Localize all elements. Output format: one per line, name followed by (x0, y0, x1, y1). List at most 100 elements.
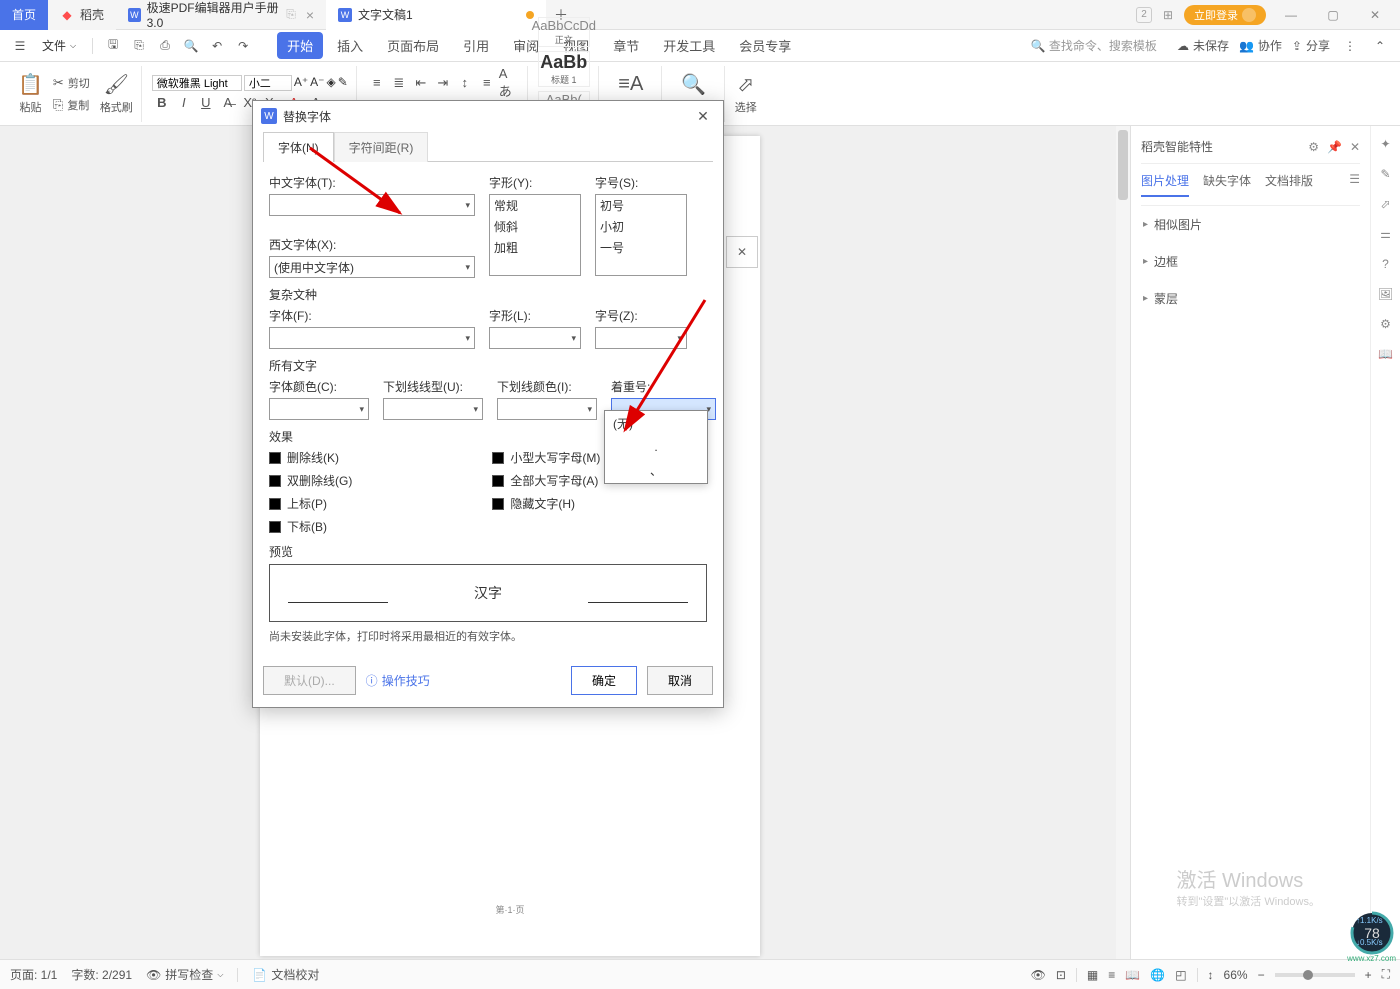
eff-sub[interactable]: 下标(B) (269, 518, 352, 535)
eff-hidden[interactable]: 隐藏文字(H) (492, 495, 600, 512)
gear-icon[interactable]: ⚙ (1378, 316, 1394, 332)
sort-icon[interactable]: ↕ (455, 73, 475, 93)
slider-icon[interactable]: ⚌ (1378, 226, 1394, 242)
save-icon[interactable]: 🖫 (103, 36, 123, 56)
style-listbox[interactable]: 常规 倾斜 加粗 (489, 194, 581, 276)
view-focus-icon[interactable]: ◰ (1175, 968, 1186, 982)
fullscreen-icon[interactable]: ⛶ (1382, 967, 1390, 982)
font-name-input[interactable] (152, 75, 242, 91)
italic-icon[interactable]: I (174, 93, 194, 113)
print-icon[interactable]: ⎙ (155, 36, 175, 56)
west-font-combo[interactable]: (使用中文字体)▾ (269, 256, 475, 278)
complex-font-combo[interactable]: ▾ (269, 327, 475, 349)
color-combo[interactable]: ▾ (269, 398, 369, 420)
panel-close-bg[interactable]: ✕ (726, 236, 758, 268)
doc-tab-current[interactable]: W 文字文稿1 (326, 0, 546, 30)
tree-mask[interactable]: 蒙层 (1141, 280, 1360, 317)
select-button[interactable]: ⬀ 选择 (735, 72, 757, 115)
numbering-icon[interactable]: ≣ (389, 73, 409, 93)
zoom-fit-icon[interactable]: ↕ (1208, 968, 1214, 982)
file-menu[interactable]: 文件 ⌵ (42, 37, 76, 54)
share-button[interactable]: ⇪分享 (1292, 37, 1330, 54)
spellcheck-toggle[interactable]: 👁拼写检查 ⌵ (146, 966, 223, 983)
size-opt-1[interactable]: 小初 (596, 216, 686, 237)
home-tab[interactable]: 首页 (0, 0, 48, 30)
close-icon[interactable]: × (306, 7, 314, 23)
increase-font-icon[interactable]: A⁺ (294, 75, 308, 91)
size-listbox[interactable]: 初号 小初 一号 (595, 194, 687, 276)
sparkle-icon[interactable]: ✦ (1378, 136, 1394, 152)
style-opt-regular[interactable]: 常规 (490, 195, 580, 216)
line-spacing-icon[interactable]: ≡ (477, 73, 497, 93)
vertical-scrollbar[interactable] (1116, 126, 1130, 959)
emphasis-opt-dot[interactable]: . (605, 436, 707, 458)
grid-icon[interactable]: ⊞ (1160, 7, 1176, 23)
view-outline-icon[interactable]: ≡ (1108, 968, 1115, 982)
close-button[interactable]: ✕ (1358, 0, 1392, 30)
command-search[interactable]: 🔍 查找命令、搜索模板 (1031, 37, 1157, 54)
highlight-icon[interactable]: ✎ (338, 75, 348, 91)
pin-icon[interactable]: 📌 (1327, 140, 1342, 154)
outdent-icon[interactable]: ⇤ (411, 73, 431, 93)
new-icon[interactable]: ⎘ (129, 36, 149, 56)
preview-icon[interactable]: 🔍 (181, 36, 201, 56)
bold-icon[interactable]: B (152, 93, 172, 113)
close-icon[interactable]: ✕ (1350, 140, 1360, 154)
style-opt-bold[interactable]: 加粗 (490, 237, 580, 258)
view-web-icon[interactable]: 🌐 (1150, 968, 1165, 982)
complex-style-combo[interactable]: ▾ (489, 327, 581, 349)
tips-link[interactable]: ⓘ操作技巧 (366, 672, 430, 689)
ok-button[interactable]: 确定 (571, 666, 637, 695)
emphasis-opt-none[interactable]: (无) (605, 411, 707, 436)
decrease-font-icon[interactable]: A⁻ (310, 75, 324, 91)
book-icon[interactable]: 📖 (1378, 346, 1394, 362)
underline-color-combo[interactable]: ▾ (497, 398, 597, 420)
zoom-value[interactable]: 66% (1224, 968, 1248, 982)
eff-super[interactable]: 上标(P) (269, 495, 352, 512)
emphasis-opt-ddot[interactable]: 、 (605, 458, 707, 483)
size-opt-0[interactable]: 初号 (596, 195, 686, 216)
eff-dblstrike[interactable]: 双删除线(G) (269, 472, 352, 489)
style-h1[interactable]: AaBb标题 1 (538, 51, 590, 87)
view-page-icon[interactable]: ▦ (1087, 968, 1098, 982)
cut-button[interactable]: ✂剪切 (51, 73, 92, 93)
pin-icon[interactable]: ⎘ (286, 7, 296, 22)
style-opt-italic[interactable]: 倾斜 (490, 216, 580, 237)
bullets-icon[interactable]: ≡ (367, 73, 387, 93)
style-body[interactable]: AaBbCcDd正文 (538, 17, 590, 47)
default-button[interactable]: 默认(D)... (263, 666, 356, 695)
cn-font-combo[interactable]: ▾ (269, 194, 475, 216)
doc-proof[interactable]: 📄文档校对 (252, 966, 319, 983)
tab-layout[interactable]: 页面布局 (377, 32, 449, 59)
strike-icon[interactable]: A̶ (218, 93, 238, 113)
complex-size-combo[interactable]: ▾ (595, 327, 687, 349)
clear-format-icon[interactable]: ◈ (327, 75, 336, 91)
rtab-image[interactable]: 图片处理 (1141, 172, 1189, 197)
underline-icon[interactable]: U (196, 93, 216, 113)
tab-devtools[interactable]: 开发工具 (653, 32, 725, 59)
rtab-font[interactable]: 缺失字体 (1203, 172, 1251, 197)
copy-button[interactable]: ⎘复制 (51, 95, 92, 115)
coop-button[interactable]: 👥协作 (1239, 37, 1282, 54)
tree-similar-image[interactable]: 相似图片 (1141, 206, 1360, 243)
login-button[interactable]: 立即登录 (1184, 5, 1266, 25)
tab-member[interactable]: 会员专享 (729, 32, 801, 59)
word-count[interactable]: 字数: 2/291 (71, 966, 132, 983)
emphasis-dropdown[interactable]: (无) . 、 (604, 410, 708, 484)
rtab-more-icon[interactable]: ☰ (1349, 172, 1360, 197)
redo-icon[interactable]: ↷ (233, 36, 253, 56)
eye-mode-icon[interactable]: 👁 (1031, 968, 1046, 982)
text-direction-icon[interactable]: Aあ (499, 73, 519, 93)
collapse-icon[interactable]: ⌃ (1370, 36, 1390, 56)
dialog-close-button[interactable]: ✕ (691, 104, 715, 128)
help-icon[interactable]: ? (1378, 256, 1394, 272)
tree-border[interactable]: 边框 (1141, 243, 1360, 280)
indent-icon[interactable]: ⇥ (433, 73, 453, 93)
unsaved-indicator[interactable]: ☁未保存 (1177, 37, 1229, 54)
paste-button[interactable]: 📋 粘贴 (18, 72, 43, 115)
dotted-icon[interactable]: ⊡ (1056, 968, 1066, 982)
minimize-button[interactable]: — (1274, 0, 1308, 30)
docker-tab[interactable]: ◆ 稻壳 (48, 0, 116, 30)
maximize-button[interactable]: ▢ (1316, 0, 1350, 30)
dtab-spacing[interactable]: 字符间距(R) (334, 132, 429, 162)
